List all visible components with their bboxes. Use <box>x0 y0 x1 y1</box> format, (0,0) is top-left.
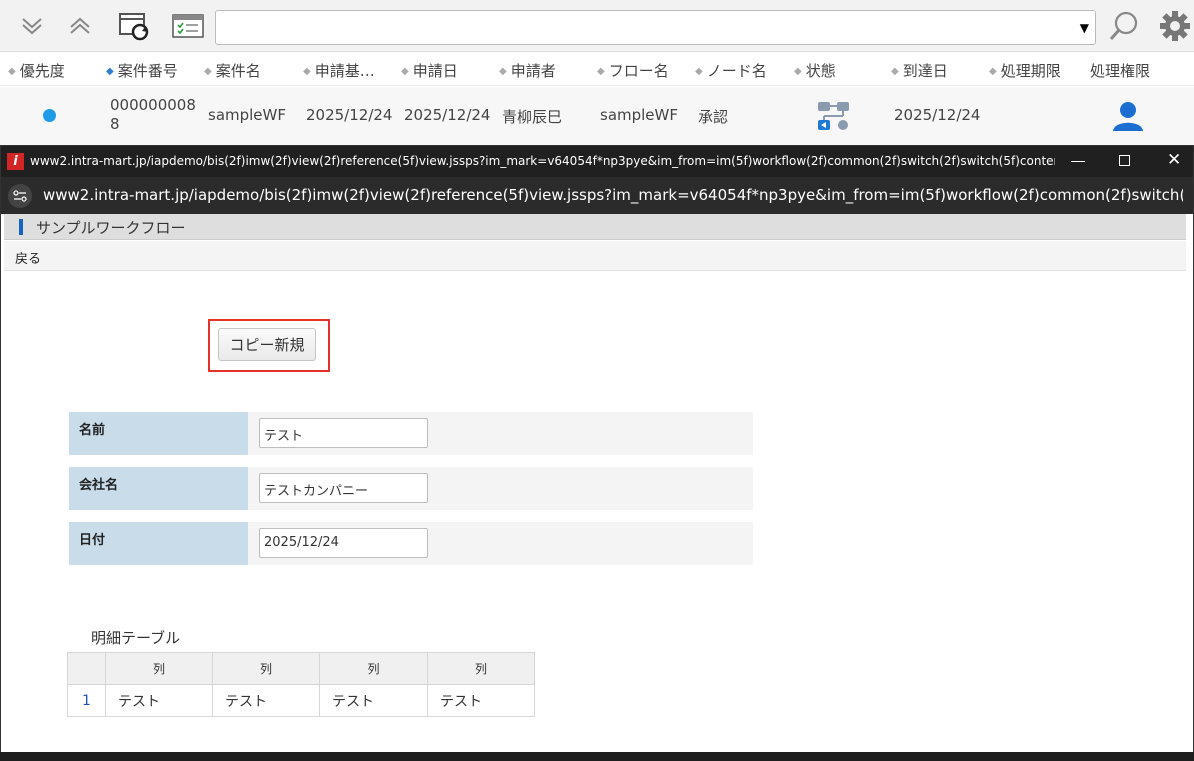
expand-all-icon[interactable] <box>62 8 98 44</box>
collapse-all-icon[interactable] <box>14 8 50 44</box>
back-link[interactable]: 戻る <box>15 248 41 267</box>
window-titlebar: i www2.intra-mart.jp/iapdemo/bis(2f)imw(… <box>1 146 1193 177</box>
sort-icon: ◆ <box>695 66 703 77</box>
column-header: 列 <box>319 652 428 685</box>
base-date-cell: 2025/12/24 <box>306 106 393 124</box>
search-select[interactable]: ▼ <box>215 10 1096 45</box>
apply-date-cell: 2025/12/24 <box>404 106 491 124</box>
chevron-down-icon: ▼ <box>1079 21 1089 35</box>
app-title-bar: サンプルワークフロー <box>4 214 1186 240</box>
column-header-priority[interactable]: ◆ 優先度 <box>8 60 65 81</box>
address-bar: www2.intra-mart.jp/iapdemo/bis(2f)imw(2f… <box>1 177 1193 214</box>
copy-new-button[interactable]: コピー新規 <box>218 328 316 361</box>
priority-dot <box>43 109 56 122</box>
minimize-icon[interactable] <box>1071 161 1085 162</box>
sort-icon: ◆ <box>204 66 212 77</box>
column-header-applicant[interactable]: ◆ 申請者 <box>499 60 556 81</box>
applicant-cell: 青柳辰巳 <box>502 108 563 126</box>
form-row-name: 名前 テスト <box>69 412 753 455</box>
column-header-flow-name[interactable]: ◆ フロー名 <box>597 60 669 81</box>
list-header: ◆ 優先度 ◆ 案件番号 ◆ 案件名 ◆ 申請基… ◆ 申請日 ◆ 申請者 ◆ フロー名 ◆ ノ… <box>0 52 1194 86</box>
sort-icon: ◆ <box>989 66 997 77</box>
column-header: 列 <box>427 652 535 685</box>
column-header: 列 <box>105 652 213 685</box>
column-header: 列 <box>212 652 320 685</box>
node-name-cell: 承認 <box>698 108 729 126</box>
name-field[interactable]: テスト <box>259 418 428 448</box>
table-cell: テスト <box>319 684 428 717</box>
column-header-deadline[interactable]: ◆ 処理期限 <box>989 60 1061 81</box>
form-label: 会社名 <box>69 467 248 510</box>
user-icon[interactable] <box>1111 100 1145 136</box>
flow-name-cell: sampleWF <box>600 106 678 124</box>
date-field[interactable]: 2025/12/24 <box>259 528 428 558</box>
url-text[interactable]: www2.intra-mart.jp/iapdemo/bis(2f)imw(2f… <box>43 186 1183 204</box>
refresh-window-icon[interactable] <box>116 8 152 44</box>
sort-icon: ◆ <box>401 66 409 77</box>
close-icon[interactable]: ✕ <box>1167 150 1181 170</box>
bottom-bar <box>0 752 1194 761</box>
sort-icon: ◆ <box>794 66 802 77</box>
detail-table: 列 列 列 列 1 テスト テスト テスト テスト <box>67 652 535 717</box>
table-header-row: 列 列 列 列 <box>67 652 535 685</box>
app-title: サンプルワークフロー <box>36 219 186 237</box>
gear-icon[interactable] <box>1157 8 1193 44</box>
maximize-icon[interactable] <box>1119 155 1130 166</box>
popup-window: i www2.intra-mart.jp/iapdemo/bis(2f)imw(… <box>0 145 1194 761</box>
sort-icon: ◆ <box>499 66 507 77</box>
matter-name-cell: sampleWF <box>208 106 286 124</box>
form-row-company: 会社名 テストカンパニー <box>69 467 753 510</box>
row-number-header <box>67 652 106 685</box>
flow-status-icon[interactable] <box>817 100 851 136</box>
table-row[interactable]: 000000008 8 sampleWF 2025/12/24 2025/12/… <box>0 87 1194 145</box>
column-header-base-date[interactable]: ◆ 申請基… <box>303 60 375 81</box>
site-info-icon[interactable] <box>8 184 32 208</box>
back-bar: 戻る <box>4 241 1186 271</box>
arrival-date-cell: 2025/12/24 <box>894 106 981 124</box>
column-header-arrival-date[interactable]: ◆ 到達日 <box>891 60 948 81</box>
search-icon[interactable] <box>1106 8 1142 44</box>
sort-icon: ◆ <box>303 66 311 77</box>
title-marker <box>19 219 23 235</box>
sort-icon: ◆ <box>597 66 605 77</box>
window-title: www2.intra-mart.jp/iapdemo/bis(2f)imw(2f… <box>30 154 1055 168</box>
table-cell: テスト <box>105 684 213 717</box>
column-header-matter-no[interactable]: ◆ 案件番号 <box>106 60 178 81</box>
sort-icon: ◆ <box>106 66 114 77</box>
column-header-apply-date[interactable]: ◆ 申請日 <box>401 60 458 81</box>
checklist-icon[interactable] <box>170 8 206 44</box>
sort-icon: ◆ <box>891 66 899 77</box>
form-label: 日付 <box>69 522 248 565</box>
sort-icon: ◆ <box>8 66 16 77</box>
row-number: 1 <box>67 684 106 717</box>
column-header-authority: 処理権限 <box>1090 62 1151 80</box>
table-cell: テスト <box>212 684 320 717</box>
form-label: 名前 <box>69 412 248 455</box>
top-toolbar: ▼ <box>0 0 1194 52</box>
company-field[interactable]: テストカンパニー <box>259 473 428 503</box>
app-logo-icon: i <box>7 153 24 170</box>
detail-table-title: 明細テーブル <box>91 629 181 647</box>
table-cell: テスト <box>427 684 535 717</box>
form-row-date: 日付 2025/12/24 <box>69 522 753 565</box>
column-header-node-name[interactable]: ◆ ノード名 <box>695 60 767 81</box>
column-header-status[interactable]: ◆ 状態 <box>794 60 836 81</box>
table-row: 1 テスト テスト テスト テスト <box>67 684 535 717</box>
matter-no-cell: 000000008 8 <box>110 96 196 133</box>
column-header-matter-name[interactable]: ◆ 案件名 <box>204 60 261 81</box>
